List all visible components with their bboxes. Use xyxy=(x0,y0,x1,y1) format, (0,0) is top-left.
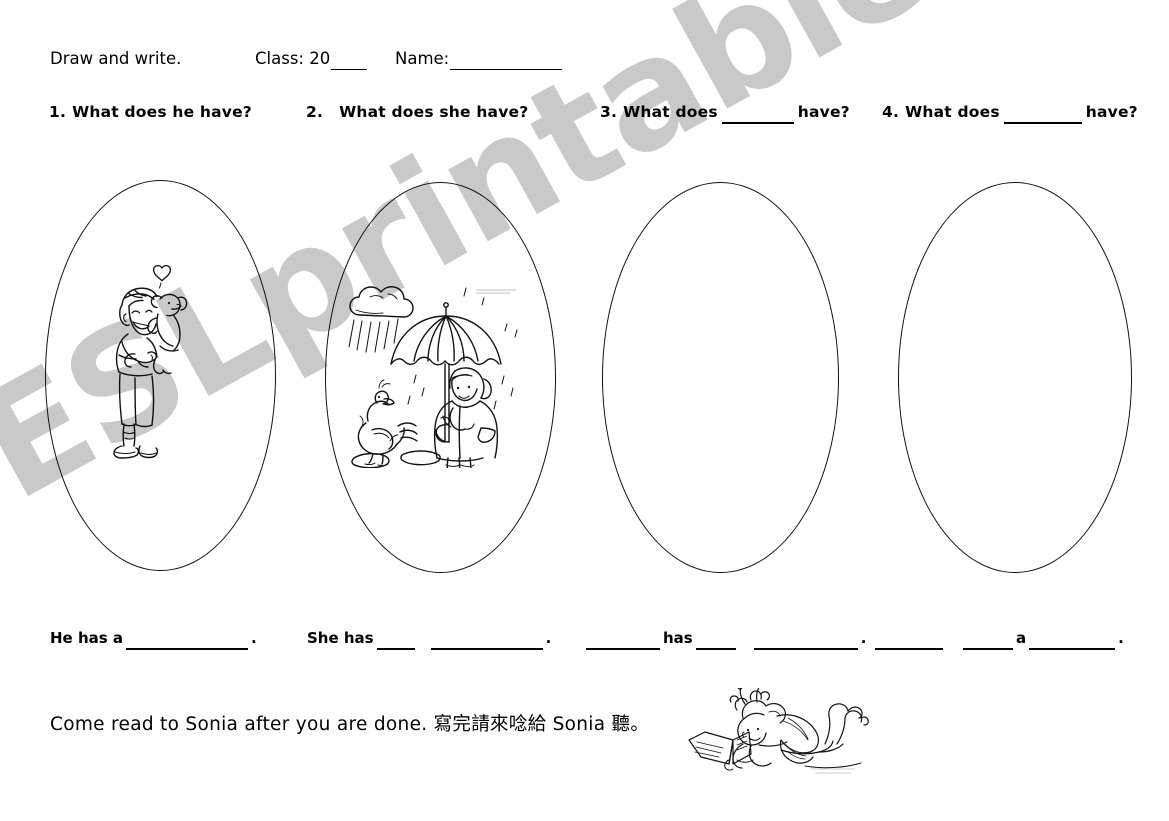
instruction-text: Draw and write. xyxy=(50,49,182,68)
drawing-oval-3[interactable] xyxy=(602,182,839,573)
answer-4-blank-2[interactable] xyxy=(963,635,1013,650)
question-3-blank[interactable] xyxy=(721,109,794,124)
question-2: 2. What does she have? xyxy=(306,100,528,124)
answer-2-blank-1[interactable] xyxy=(376,635,415,650)
answer-4-blank-1[interactable] xyxy=(875,635,943,650)
question-3: 3. What does have? xyxy=(600,100,850,124)
answer-1-blank[interactable] xyxy=(126,635,249,650)
name-field[interactable]: Name: xyxy=(395,48,563,70)
question-4-blank[interactable] xyxy=(1003,109,1082,124)
girl-with-umbrella-icon xyxy=(348,268,544,468)
question-3-text-before: What does xyxy=(623,103,718,121)
boy-hugging-puppy-icon xyxy=(100,252,220,477)
question-3-text-after: have? xyxy=(797,103,850,121)
answer-3-blank-1[interactable] xyxy=(586,635,660,650)
worksheet-page: ESLprintables.com Draw and write. Class:… xyxy=(0,0,1169,821)
question-1: 1. What does he have? xyxy=(49,100,252,124)
question-4: 4. What does have? xyxy=(882,100,1138,124)
question-2-text: What does she have? xyxy=(339,103,529,121)
answer-4-mid: a xyxy=(1016,629,1027,647)
class-field[interactable]: Class: 20 xyxy=(255,48,368,70)
question-4-number: 4. xyxy=(882,103,900,121)
answer-4-blank-3[interactable] xyxy=(1029,635,1116,650)
answer-4-period: . xyxy=(1118,629,1124,647)
answer-line-4[interactable]: a. xyxy=(872,626,1124,650)
name-label: Name: xyxy=(395,49,450,68)
answer-2-period: . xyxy=(545,629,552,647)
answer-3-mid: has xyxy=(663,629,693,647)
question-3-number: 3. xyxy=(600,103,618,121)
answer-3-blank-2[interactable] xyxy=(695,635,736,650)
answer-row: He has a. She has. has. a. xyxy=(0,626,1169,654)
answer-line-2[interactable]: She has. xyxy=(307,626,551,650)
answer-1-period: . xyxy=(251,629,257,647)
answer-1-prefix: He has a xyxy=(50,629,124,647)
answer-2-blank-2[interactable] xyxy=(430,635,543,650)
name-blank[interactable] xyxy=(450,55,563,70)
question-1-number: 1. xyxy=(49,103,67,121)
worksheet-header: Draw and write. Class: 20 Name: xyxy=(50,48,1120,74)
question-row: 1. What does he have? 2. What does she hav… xyxy=(0,100,1169,128)
question-2-number: 2. xyxy=(306,103,324,121)
answer-2-prefix: She has xyxy=(307,629,374,647)
question-4-text-after: have? xyxy=(1085,103,1138,121)
answer-3-blank-3[interactable] xyxy=(753,635,858,650)
footer-note: Come read to Sonia after you are done. 寫… xyxy=(50,714,650,735)
class-blank[interactable] xyxy=(331,55,368,70)
answer-line-3[interactable]: has. xyxy=(583,626,866,650)
question-4-text-before: What does xyxy=(905,103,1000,121)
answer-line-1[interactable]: He has a. xyxy=(50,626,257,650)
answer-3-period: . xyxy=(860,629,867,647)
question-1-text: What does he have? xyxy=(72,103,252,121)
drawing-oval-4[interactable] xyxy=(898,182,1132,573)
fairy-reading-book-icon xyxy=(685,688,900,788)
class-label: Class: 20 xyxy=(255,49,331,68)
